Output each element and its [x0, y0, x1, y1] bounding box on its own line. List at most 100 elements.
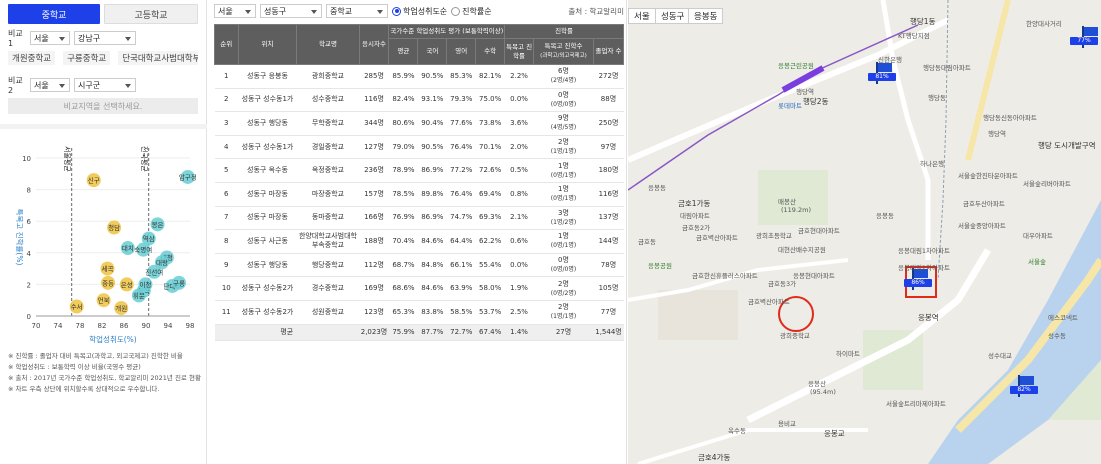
cell-count-sub: (0명/1명)	[550, 242, 577, 250]
point-label: 청담	[108, 224, 120, 232]
cell-rank: 11	[214, 300, 239, 325]
map-place-label: 응봉대림2차아파트	[898, 264, 950, 272]
table-row[interactable]: 6 성동구 마장동 마장중학교 157명 78.5% 89.8% 76.4% 69.4% 0.8…	[214, 182, 624, 207]
table-row[interactable]: 9 성동구 행당동 행당중학교 112명 68.7% 84.8% 66.1% 55.4% 0.0…	[214, 253, 624, 278]
point-label: 이청	[139, 280, 151, 289]
table-row[interactable]: 2 성동구 성수동1가 성수중학교 116명 82.4% 93.1% 79.3% 75.0% 0…	[214, 88, 624, 113]
map-place-label: (119.2m)	[781, 206, 812, 214]
school-chip[interactable]: 구룡중학교	[63, 51, 111, 65]
cell-eng: 77.2%	[446, 158, 476, 183]
scatter-point[interactable]: 세곡	[100, 261, 115, 276]
map-district-select[interactable]: 성동구	[655, 8, 691, 24]
map-place-label: 응봉현대아파트	[793, 272, 835, 280]
cell-kor: 86.9%	[417, 206, 447, 231]
scatter-point[interactable]: 청담	[107, 220, 122, 235]
map-place-label: 응봉공원	[648, 262, 672, 270]
table-row[interactable]: 4 성동구 성수동1가 경일중학교 127명 79.0% 90.5% 76.4% 70.1% 2…	[214, 135, 624, 160]
scatter-point[interactable]: 봉은	[150, 217, 165, 232]
x-tick-label: 74	[54, 322, 63, 330]
school-chip[interactable]: 개원중학교	[8, 51, 56, 65]
header-eng: 영어	[446, 38, 477, 65]
cell-count-sub: (1명/2명)	[550, 218, 577, 226]
chart-notes: ※ 진학률 : 졸업자 대비 특목고(과학고, 외고국제고) 진학한 비율 ※ …	[8, 351, 204, 395]
cell-location: 성동구 성수동2가	[238, 300, 297, 325]
map-place-label: 응봉산	[808, 380, 826, 388]
sort-achievement-radio[interactable]: 학업성취도순	[392, 6, 447, 17]
cell-count-sub: (0명/1명)	[550, 171, 577, 179]
scatter-point[interactable]: 대왕	[154, 255, 169, 270]
map-place-label: 금호동	[638, 238, 656, 246]
cell-kor: 84.6%	[417, 276, 447, 301]
filter-district-select[interactable]: 성동구	[260, 4, 322, 18]
table-row[interactable]: 5 성동구 옥수동 옥정중학교 236명 78.9% 86.9% 77.2% 72.6% 0.5…	[214, 158, 624, 183]
compare2-row: 비교2 서울 시구군	[8, 76, 136, 95]
cell-kor: 90.5%	[417, 135, 447, 160]
cell-avg: 70.4%	[388, 229, 418, 254]
x-tick-label: 86	[120, 322, 129, 330]
sort-admission-radio[interactable]: 진학률순	[451, 6, 492, 17]
cell-avg: 68.7%	[388, 253, 418, 278]
tab-high-school[interactable]: 고등학교	[104, 4, 198, 24]
school-flag-muhak[interactable]: 81%	[868, 62, 896, 84]
header-achievement-group: 국가수준 학업성취도 평가 (보통학력이상)	[388, 24, 506, 39]
scatter-point[interactable]: 개원	[114, 301, 129, 316]
compare2-city-select[interactable]: 서울	[30, 78, 70, 92]
compare-hint[interactable]: 비교지역을 선택하세요.	[8, 98, 198, 114]
cell-kor: 90.5%	[417, 64, 447, 89]
cell-location: 성동구 옥수동	[238, 158, 297, 183]
table-row[interactable]: 11 성동구 성수동2가 성원중학교 123명 65.3% 83.8% 58.5% 53.7%…	[214, 300, 624, 325]
map-city-select[interactable]: 서울	[628, 8, 656, 24]
cell-applicants: 188명	[359, 229, 389, 254]
cell-applicants: 116명	[359, 88, 389, 113]
scatter-point[interactable]: 대치	[120, 241, 135, 256]
compare2-city-value: 서울	[34, 80, 49, 90]
filter-school-type-select[interactable]: 중학교	[326, 4, 388, 18]
scatter-point[interactable]: 압구정	[179, 169, 197, 184]
compare1-city-select[interactable]: 서울	[30, 31, 70, 45]
ranking-filters: 서울 성동구 중학교 학업성취도순 진학률순 출처 : 학교알리미	[214, 4, 624, 18]
table-row[interactable]: 10 성동구 성수동2가 경수중학교 169명 68.6% 84.6% 63.9% 58.0%…	[214, 276, 624, 301]
cell-location: 성동구 마장동	[238, 182, 297, 207]
cell-count: 1명 (0명/1명)	[533, 158, 594, 183]
cell-count-main: 2명	[558, 138, 569, 147]
table-row[interactable]: 3 성동구 행당동 무학중학교 344명 80.6% 90.4% 77.6% 73.8% 3.6…	[214, 111, 624, 136]
cell-count: 2명 (0명/2명)	[533, 276, 594, 301]
x-tick-label: 94	[164, 322, 173, 330]
school-flag-seongdong[interactable]: 82%	[1010, 375, 1038, 397]
average-math: 67.4%	[475, 324, 505, 341]
y-tick-label: 0	[27, 313, 31, 321]
table-row[interactable]: 7 성동구 마장동 동마중학교 166명 76.9% 86.9% 74.7% 69.3% 2.1…	[214, 206, 624, 231]
cell-count-main: 6명	[558, 67, 569, 76]
map-dong-select[interactable]: 응봉동	[688, 8, 724, 24]
scatter-point[interactable]: 신구	[86, 173, 101, 188]
reference-line-label: 서울평균	[63, 146, 72, 172]
map-place-label: 서울숲	[1028, 258, 1046, 266]
scatter-point[interactable]: 은성	[119, 277, 134, 292]
cell-rate: 0.0%	[504, 253, 534, 278]
header-rank: 순위	[214, 24, 239, 65]
map-view[interactable]: 서울 성동구 응봉동 86% 81% 77% 82% 행당1동 KT행당지점 신한은…	[628, 0, 1101, 464]
map-place-label: 금호두산아파트	[963, 200, 1005, 208]
compare1-district-select[interactable]: 강남구	[74, 31, 136, 45]
scatter-point[interactable]: 구룡	[172, 275, 186, 290]
sort-achievement-label: 학업성취도순	[403, 6, 448, 16]
scatter-point[interactable]: 수서	[69, 299, 84, 314]
scatter-point[interactable]: 중동	[101, 275, 116, 290]
compare2-district-select[interactable]: 시구군	[74, 78, 136, 92]
cell-count: 3명 (1명/2명)	[533, 206, 594, 231]
map-place-label: 응봉교	[824, 429, 845, 438]
scatter-point[interactable]: 이청	[138, 277, 153, 292]
cell-rate: 0.0%	[504, 88, 534, 113]
school-chip[interactable]: 단국대학교사범대학부속	[118, 51, 198, 65]
average-label: 평균	[214, 324, 360, 341]
scatter-point[interactable]: 역삼	[141, 231, 156, 246]
point-label: 수서	[71, 302, 83, 311]
table-row[interactable]: 1 성동구 응봉동 광희중학교 285명 85.9% 90.5% 85.3% 82.1% 2.2…	[214, 64, 624, 89]
scatter-point[interactable]: 언북	[96, 293, 111, 308]
filter-city-select[interactable]: 서울	[214, 4, 256, 18]
table-row[interactable]: 8 성동구 사근동 한양대학교사범대학부속중학교 188명 70.4% 84.6% 64.4…	[214, 229, 624, 254]
scatter-grid	[36, 157, 190, 317]
map-place-label: 성수동	[1048, 332, 1066, 340]
tab-middle-school[interactable]: 중학교	[8, 4, 100, 24]
school-flag-seongsu[interactable]: 77%	[1070, 26, 1100, 48]
